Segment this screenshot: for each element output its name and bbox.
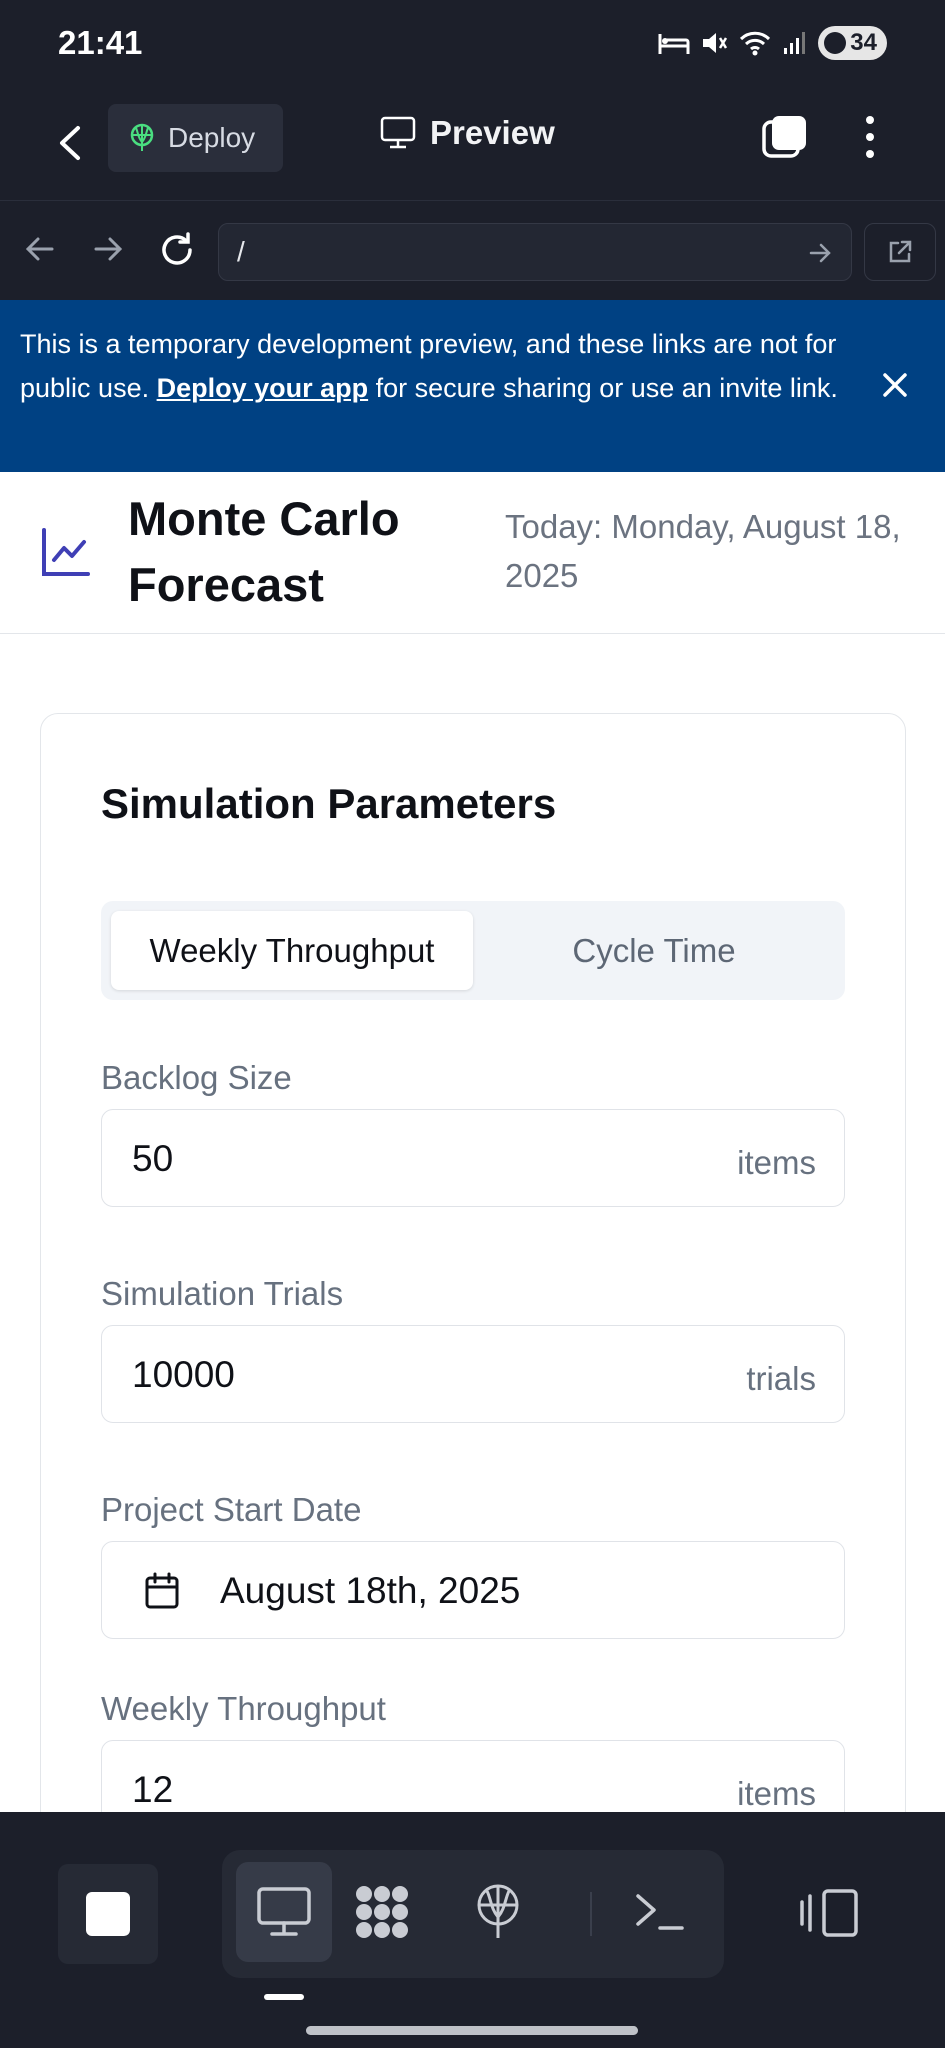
arrow-left-icon [25,237,54,261]
monitor-icon [257,1887,311,1936]
calendar-icon [144,1572,180,1610]
simulation-trials-unit: trials [746,1360,816,1397]
terminal-tool-button[interactable] [612,1862,708,1962]
wifi-icon [738,29,772,57]
bottom-toolbar [0,1812,945,2048]
preview-label: Preview [430,114,555,151]
deploy-label: Deploy [168,122,256,153]
banner-text-end: for secure sharing or use an invite link… [368,373,838,403]
dev-preview-banner: This is a temporary development preview,… [0,300,945,472]
close-icon [883,373,907,397]
weekly-throughput-value: 12 [132,1769,174,1810]
chevron-left-icon [60,126,80,160]
workflow-icon [356,1886,408,1938]
app-content: Monte Carlo Forecast Today: Monday, Augu… [0,472,945,1812]
status-bar: 21:41 34 [0,0,945,90]
terminal-icon [636,1894,684,1930]
backlog-size-label: Backlog Size [101,1059,292,1096]
simulation-trials-input[interactable]: 10000 trials [101,1325,845,1423]
more-vertical-icon [866,116,874,158]
battery-saver-icon [824,32,847,54]
banner-close-button[interactable] [880,370,910,400]
signal-icon [782,30,808,56]
weekly-throughput-input[interactable]: 12 items [101,1740,845,1812]
parameters-card: Simulation Parameters Weekly Throughput … [40,713,906,1812]
monitor-icon [380,116,416,150]
backlog-size-value: 50 [132,1138,174,1179]
external-link-icon [889,240,912,263]
tabs-button[interactable] [760,112,810,162]
status-icons: 34 [658,26,887,60]
browser-back-button[interactable] [22,231,58,267]
page-title: Monte Carlo Forecast [128,492,400,611]
deploy-icon [128,123,156,153]
home-indicator[interactable] [306,2026,638,2035]
workflow-tool-button[interactable] [334,1862,430,1962]
refresh-icon [162,232,192,265]
browser-forward-button[interactable] [90,231,126,267]
battery-indicator: 34 [818,26,887,60]
stop-button[interactable] [58,1864,158,1964]
tool-group [222,1850,724,1978]
toolbar-divider [590,1892,592,1936]
active-tab-indicator [264,1994,304,2000]
panel-icon [800,1889,858,1937]
preview-tool-button[interactable] [236,1862,332,1962]
line-chart-icon [40,526,92,578]
url-input[interactable]: / [218,223,852,281]
deploy-app-link[interactable]: Deploy your app [157,373,369,403]
start-date-picker[interactable]: August 18th, 2025 [101,1541,845,1639]
weekly-throughput-label: Weekly Throughput [101,1690,386,1727]
backlog-size-unit: items [737,1144,816,1181]
page-header: Monte Carlo Forecast Today: Monday, Augu… [0,472,945,634]
back-button[interactable] [50,118,90,168]
mode-tabs: Weekly Throughput Cycle Time [101,901,845,1000]
tabs-icon [762,116,806,158]
more-options-button[interactable] [860,112,880,162]
start-date-label: Project Start Date [101,1491,362,1528]
simulation-trials-label: Simulation Trials [101,1275,344,1312]
status-time: 21:41 [58,24,143,61]
tab-cycle-time[interactable]: Cycle Time [473,911,835,990]
battery-level: 34 [850,29,877,56]
deploy-icon [477,1884,519,1938]
deploy-tool-button[interactable] [450,1862,546,1962]
simulation-trials-value: 10000 [132,1354,235,1395]
start-date-value: August 18th, 2025 [220,1570,521,1611]
stop-icon [86,1892,130,1936]
card-title: Simulation Parameters [101,780,557,827]
reload-button[interactable] [158,231,194,267]
url-go-button[interactable] [808,241,832,265]
bed-icon [658,30,690,56]
panel-toggle-button[interactable] [800,1888,860,1938]
preview-title: Preview [380,114,555,152]
backlog-size-input[interactable]: 50 items [101,1109,845,1207]
browser-bar: / [0,200,945,300]
arrow-right-icon [809,243,831,263]
deploy-button[interactable]: Deploy [108,104,283,172]
today-date: Today: Monday, August 18, 2025 [505,508,901,594]
app-bar: Deploy Preview [0,90,945,200]
open-external-button[interactable] [864,223,936,281]
tab-weekly-throughput[interactable]: Weekly Throughput [111,911,473,990]
arrow-right-icon [94,237,123,261]
weekly-throughput-unit: items [737,1775,816,1812]
mute-icon [700,29,728,57]
